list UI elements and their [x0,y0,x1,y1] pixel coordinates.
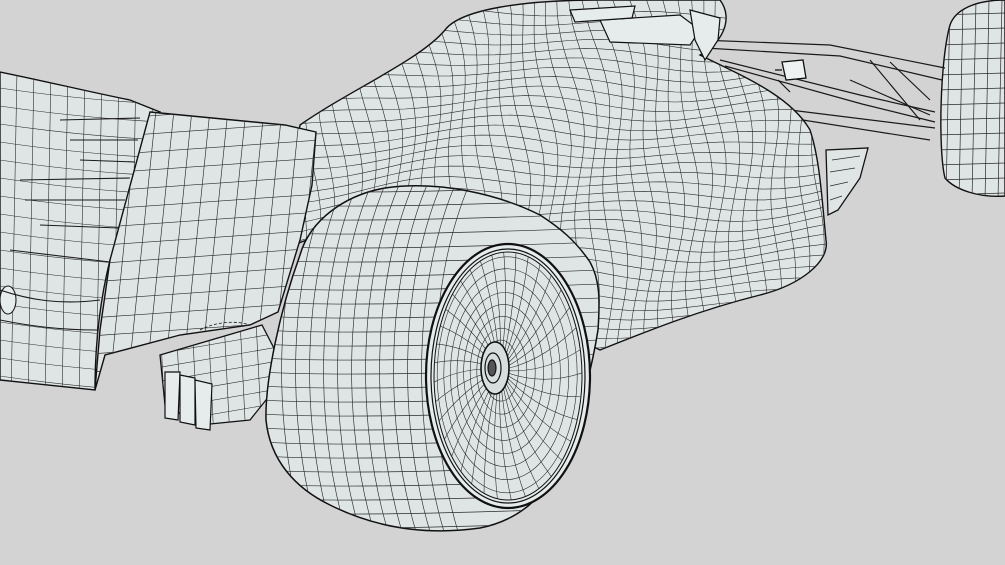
tyre-mesh-line [260,536,600,542]
wireframe-viewport[interactable] [0,0,1005,565]
wheel-hub [480,341,510,395]
rear-right-tyre [940,0,1005,198]
sidepod-vane [825,147,869,217]
wireframe-render [0,0,1005,542]
